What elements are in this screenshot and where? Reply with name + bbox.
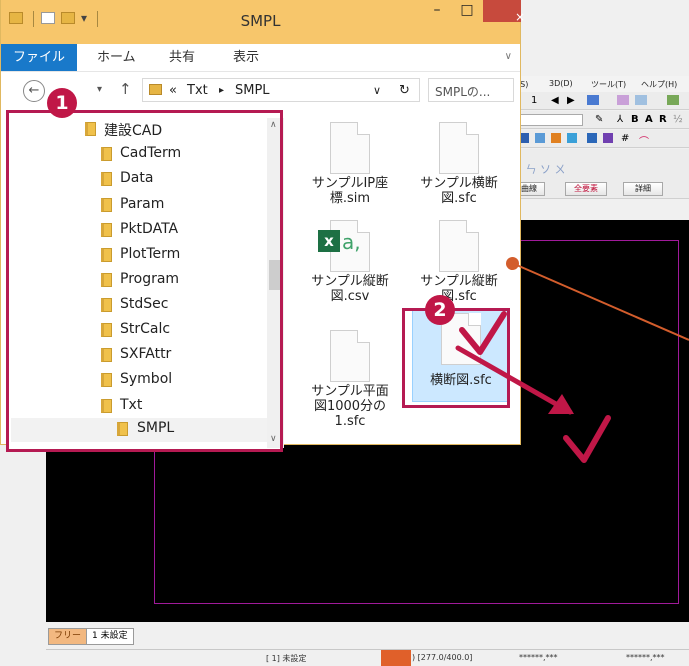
layer-icon[interactable] [667, 95, 679, 105]
document-icon [439, 220, 479, 272]
address-dropdown-icon[interactable]: ∨ [373, 84, 381, 97]
file-item-judan-csv[interactable]: x a, サンプル縦断 図.csv [302, 218, 398, 314]
cad-toolbar-2: ✎ ⅄ B A R ½ [505, 111, 689, 129]
file-name: サンプル縦断 図.csv [311, 274, 389, 304]
ribbon: ファイル ホーム 共有 表示 ∨ [1, 44, 520, 72]
close-button[interactable] [483, 0, 521, 22]
hatch-icon[interactable] [535, 133, 545, 143]
file-name: サンプル縦断 図.sfc [420, 274, 498, 304]
pointer-dot [506, 257, 519, 270]
tab-share[interactable]: 共有 [157, 44, 207, 71]
tab-unset[interactable]: 1 未設定 [86, 628, 134, 645]
cad-next-icon[interactable]: ▶ [567, 95, 575, 106]
table-icon[interactable] [603, 133, 613, 143]
hash-icon[interactable]: # [621, 133, 629, 144]
file-item-oudan-sfc[interactable]: サンプル横断 図.sfc [411, 120, 507, 216]
highlight-file [402, 308, 510, 408]
folder-icon [149, 84, 162, 95]
cad-sheet-tabs: フリー 1 未設定 [46, 628, 689, 646]
address-prefix: « [169, 83, 177, 98]
file-name: サンプル横断 図.sfc [420, 176, 498, 206]
title-bar[interactable]: ▾ SMPL – □ [1, 0, 521, 44]
cad-toolbar-1: 1 ◀ ▶ [505, 92, 689, 110]
breadcrumb-smpl[interactable]: SMPL [235, 83, 270, 98]
up-button[interactable]: ↑ [119, 80, 132, 98]
cad-menu-help[interactable]: ヘルプ(H) [641, 79, 677, 90]
image-icon[interactable] [567, 133, 577, 143]
step-2-badge: 2 [425, 295, 455, 325]
cad-toolbar-3: # ⌒ [505, 130, 689, 148]
symbol-icon[interactable] [551, 133, 561, 143]
excel-icon: x [318, 230, 340, 252]
status-value-2: ******,*** [626, 653, 665, 662]
fraction-icon[interactable]: ½ [673, 114, 683, 125]
address-bar[interactable]: « Txt ▸ SMPL ∨ ↻ [142, 78, 420, 102]
dimension-icon[interactable] [587, 133, 597, 143]
cad-detail-button[interactable]: 詳細 [623, 182, 663, 196]
status-indicator [381, 650, 411, 666]
minimize-button[interactable]: – [423, 2, 451, 24]
file-item-heimen-sfc[interactable]: サンプル平面 図1000分の 1.sfc [302, 328, 398, 429]
cad-menu-tools[interactable]: ツール(T) [591, 79, 626, 90]
document-icon [330, 122, 370, 174]
grid-icon[interactable] [587, 95, 599, 105]
search-input[interactable]: SMPLの... [428, 78, 514, 102]
pen-icon[interactable]: ✎ [595, 114, 603, 125]
cad-menubar: 定(S) 3D(D) ツール(T) ヘルプ(H) [505, 76, 689, 92]
file-name: サンプル平面 図1000分の 1.sfc [311, 384, 389, 429]
refresh-button[interactable]: ↻ [399, 83, 410, 98]
tab-file[interactable]: ファイル [1, 44, 78, 71]
step-1-badge: 1 [47, 88, 77, 118]
maximize-button[interactable]: □ [453, 2, 481, 24]
file-name: サンプルIP座 標.sim [311, 176, 389, 206]
text-icon[interactable]: A [645, 114, 653, 125]
status-value-1: ******,*** [519, 653, 558, 662]
curve-icon[interactable]: ⌒ [639, 133, 649, 148]
window-icon[interactable] [635, 95, 647, 105]
recent-dropdown-icon[interactable]: ▾ [97, 84, 102, 95]
cad-menu-3d[interactable]: 3D(D) [549, 79, 573, 88]
radius-icon[interactable]: R [659, 114, 667, 125]
status-coords: ) [277.0/400.0] [412, 653, 473, 662]
tab-free[interactable]: フリー [48, 628, 88, 645]
address-row: ← ▾ ↑ « Txt ▸ SMPL ∨ ↻ SMPLの... [1, 72, 520, 108]
breadcrumb-separator-icon: ▸ [219, 85, 225, 96]
document-icon [439, 122, 479, 174]
tab-home[interactable]: ホーム [85, 44, 148, 71]
file-item-ip-sim[interactable]: サンプルIP座 標.sim [302, 120, 398, 216]
breadcrumb-txt[interactable]: Txt [187, 83, 208, 98]
file-item-judan-sfc[interactable]: サンプル縦断 図.sfc [411, 218, 507, 314]
cad-all-elements-button[interactable]: 全要素 [565, 182, 607, 196]
highlight-folder-tree [6, 110, 283, 452]
ribbon-expand-icon[interactable]: ∨ [505, 51, 512, 62]
cad-prev-icon[interactable]: ◀ [551, 95, 559, 106]
document-icon [330, 330, 370, 382]
measure-icon[interactable]: ⅄ [617, 114, 623, 125]
status-layer: [ 1] 未設定 [266, 654, 307, 663]
bold-icon[interactable]: B [631, 114, 639, 125]
cad-statusbar: [ 1] 未設定 ) [277.0/400.0] ******,*** ****… [46, 649, 689, 666]
cad-line-style-select[interactable] [513, 114, 583, 126]
cad-layer-number[interactable]: 1 [531, 95, 537, 106]
tab-view[interactable]: 表示 [221, 44, 271, 71]
cad-toolbar-4: ㄣ ㄣ ソ ㄨ 曲線 全要素 詳細 [505, 149, 689, 199]
back-button[interactable]: ← [23, 80, 45, 102]
excel-a-icon: a, [342, 230, 361, 254]
view-icon[interactable] [617, 95, 629, 105]
